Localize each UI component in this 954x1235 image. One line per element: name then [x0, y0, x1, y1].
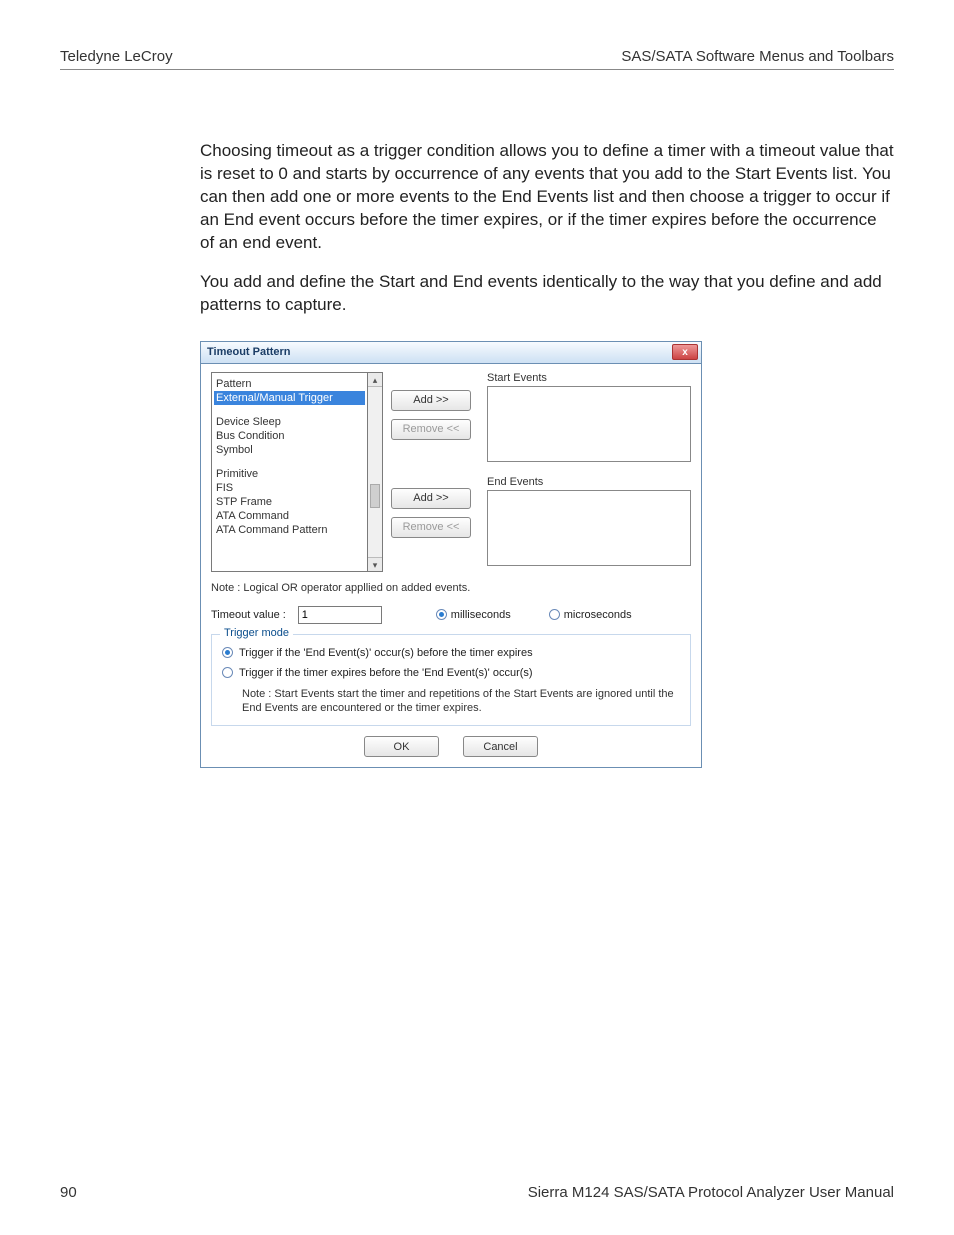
unit-microseconds-radio[interactable]: microseconds — [549, 609, 632, 621]
end-events-label: End Events — [487, 476, 691, 488]
list-item[interactable]: ATA Command — [214, 509, 365, 523]
page: Teledyne LeCroy SAS/SATA Software Menus … — [0, 0, 954, 1235]
list-item[interactable]: Bus Condition — [214, 429, 365, 443]
remove-end-button[interactable]: Remove << — [391, 517, 471, 538]
close-button[interactable]: x — [672, 344, 698, 360]
add-remove-buttons: Add >> Remove << Add >> Remove << — [391, 372, 479, 572]
pattern-list-scrollbar[interactable]: ▴ ▾ — [367, 372, 383, 572]
trigger-mode-option-1-label: Trigger if the 'End Event(s)' occur(s) b… — [239, 647, 533, 659]
cancel-button[interactable]: Cancel — [463, 736, 538, 757]
body-text: Choosing timeout as a trigger condition … — [200, 140, 894, 317]
trigger-mode-group: Trigger mode Trigger if the 'End Event(s… — [211, 634, 691, 727]
add-end-button[interactable]: Add >> — [391, 488, 471, 509]
paragraph-1: Choosing timeout as a trigger condition … — [200, 140, 894, 255]
header-right: SAS/SATA Software Menus and Toolbars — [621, 48, 894, 65]
page-footer: 90 Sierra M124 SAS/SATA Protocol Analyze… — [60, 1184, 894, 1201]
trigger-mode-option-2-label: Trigger if the timer expires before the … — [239, 667, 533, 679]
dialog-buttons: OK Cancel — [211, 736, 691, 757]
list-item[interactable]: FIS — [214, 481, 365, 495]
list-item[interactable]: ATA Command Pattern — [214, 523, 365, 537]
unit-milliseconds-radio[interactable]: milliseconds — [436, 609, 511, 621]
scroll-thumb[interactable] — [370, 484, 380, 508]
dialog-title: Timeout Pattern — [207, 346, 291, 358]
note-logical-or: Note : Logical OR operator appllied on a… — [211, 582, 691, 594]
page-number: 90 — [60, 1184, 77, 1201]
trigger-mode-note: Note : Start Events start the timer and … — [242, 687, 680, 716]
list-item[interactable]: Pattern — [214, 377, 365, 391]
manual-title: Sierra M124 SAS/SATA Protocol Analyzer U… — [528, 1184, 894, 1201]
event-panels: Start Events End Events — [487, 372, 691, 572]
radio-selected-icon — [222, 647, 233, 658]
timeout-row: Timeout value : milliseconds microsecond… — [211, 606, 691, 624]
start-events-list[interactable] — [487, 386, 691, 462]
timeout-pattern-dialog: Timeout Pattern x PatternExternal/Manual… — [200, 341, 702, 769]
timeout-value-input[interactable] — [298, 606, 382, 624]
event-chooser-area: PatternExternal/Manual Trigger Device Sle… — [211, 372, 691, 572]
paragraph-2: You add and define the Start and End eve… — [200, 271, 894, 317]
list-item[interactable]: Primitive — [214, 467, 365, 481]
dialog-body: PatternExternal/Manual Trigger Device Sle… — [201, 364, 701, 768]
unit-microseconds-label: microseconds — [564, 609, 632, 621]
scroll-up-icon[interactable]: ▴ — [368, 373, 382, 387]
list-item[interactable]: STP Frame — [214, 495, 365, 509]
add-start-button[interactable]: Add >> — [391, 390, 471, 411]
trigger-mode-option-2[interactable]: Trigger if the timer expires before the … — [222, 667, 680, 679]
radio-unselected-icon — [222, 667, 233, 678]
list-item[interactable]: Device Sleep — [214, 415, 365, 429]
header-left: Teledyne LeCroy — [60, 48, 173, 65]
start-events-label: Start Events — [487, 372, 691, 384]
radio-selected-icon — [436, 609, 447, 620]
radio-unselected-icon — [549, 609, 560, 620]
timeout-label: Timeout value : — [211, 609, 286, 621]
ok-button[interactable]: OK — [364, 736, 439, 757]
list-item[interactable]: External/Manual Trigger — [214, 391, 365, 405]
page-header: Teledyne LeCroy SAS/SATA Software Menus … — [60, 48, 894, 70]
list-item[interactable]: Symbol — [214, 443, 365, 457]
dialog-container: Timeout Pattern x PatternExternal/Manual… — [200, 341, 894, 769]
trigger-mode-legend: Trigger mode — [220, 627, 293, 639]
unit-milliseconds-label: milliseconds — [451, 609, 511, 621]
pattern-list[interactable]: PatternExternal/Manual Trigger Device Sle… — [211, 372, 367, 572]
trigger-mode-option-1[interactable]: Trigger if the 'End Event(s)' occur(s) b… — [222, 647, 680, 659]
dialog-titlebar: Timeout Pattern x — [201, 342, 701, 364]
end-events-list[interactable] — [487, 490, 691, 566]
remove-start-button[interactable]: Remove << — [391, 419, 471, 440]
pattern-list-wrap: PatternExternal/Manual Trigger Device Sle… — [211, 372, 383, 572]
scroll-down-icon[interactable]: ▾ — [368, 557, 382, 571]
close-icon: x — [682, 347, 688, 358]
